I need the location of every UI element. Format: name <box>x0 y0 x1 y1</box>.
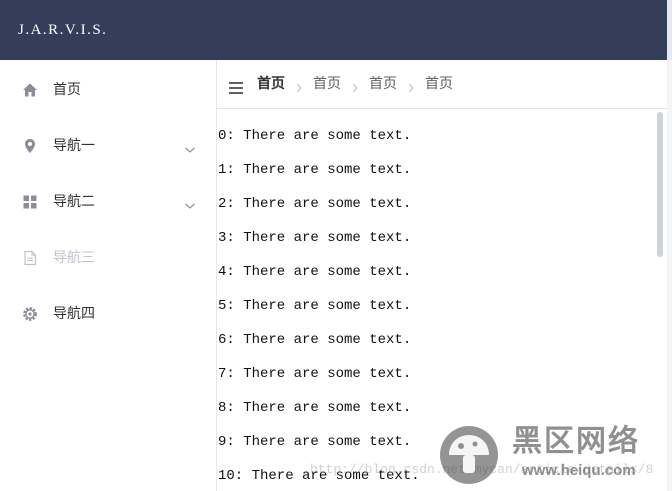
text-line: 9: There are some text. <box>218 434 412 450</box>
breadcrumb-item: 首页 <box>257 76 285 92</box>
chevron-down-icon[interactable] <box>184 140 196 153</box>
mushroom-logo-icon <box>437 423 501 487</box>
chevron-down-icon[interactable] <box>184 196 196 209</box>
grid-icon <box>22 194 38 210</box>
sidebar-item-label: 导航一 <box>53 138 95 154</box>
watermark-title: 黑区网络 <box>512 424 640 459</box>
breadcrumb: 首页 首页 首页 首页 <box>257 74 453 94</box>
sidebar-item-nav-one[interactable]: 导航一 <box>0 118 216 174</box>
breadcrumb-item[interactable]: 首页 <box>369 74 397 94</box>
breadcrumb-item[interactable]: 首页 <box>313 74 341 94</box>
sidebar-item-label: 导航三 <box>53 250 95 266</box>
text-line: 3: There are some text. <box>218 230 412 246</box>
gear-icon <box>22 306 38 322</box>
window-right-edge-header <box>667 0 672 60</box>
location-pin-icon <box>22 138 38 154</box>
text-line: 1: There are some text. <box>218 162 412 178</box>
sidebar-item-home[interactable]: 首页 <box>0 62 216 118</box>
breadcrumb-item[interactable]: 首页 <box>425 74 453 94</box>
text-line: 7: There are some text. <box>218 366 412 382</box>
chevron-right-icon <box>351 79 359 93</box>
menu-toggle-icon[interactable] <box>229 79 243 94</box>
text-line: 5: There are some text. <box>218 298 412 314</box>
top-header: J.A.R.V.I.S. <box>0 0 667 60</box>
sidebar-item-nav-two[interactable]: 导航二 <box>0 174 216 230</box>
chevron-right-icon <box>407 79 415 93</box>
window-right-edge <box>667 0 672 491</box>
document-icon <box>22 250 38 266</box>
brand-logo-text: J.A.R.V.I.S. <box>18 22 108 38</box>
watermark-subtitle: www.heiqu.com <box>522 462 636 479</box>
text-line: 6: There are some text. <box>218 332 412 348</box>
sidebar-item-label: 首页 <box>53 82 81 98</box>
text-line: 2: There are some text. <box>218 196 412 212</box>
app-window: J.A.R.V.I.S. 首页 导航一 导航二 导航三 导航四 首页 首页 首页… <box>0 0 672 491</box>
text-line: 8: There are some text. <box>218 400 412 416</box>
chevron-right-icon <box>295 79 303 93</box>
sidebar-item-label: 导航四 <box>53 306 95 322</box>
home-icon <box>22 82 38 98</box>
text-line: 4: There are some text. <box>218 264 412 280</box>
sidebar-item-label: 导航二 <box>53 194 95 210</box>
sidebar-item-nav-four[interactable]: 导航四 <box>0 286 216 342</box>
sidebar-item-nav-three: 导航三 <box>0 230 216 286</box>
text-line: 0: There are some text. <box>218 128 412 144</box>
sidebar: 首页 导航一 导航二 导航三 导航四 <box>0 60 217 491</box>
content-scrollbar[interactable] <box>657 112 663 257</box>
breadcrumb-bar: 首页 首页 首页 首页 <box>217 60 667 109</box>
